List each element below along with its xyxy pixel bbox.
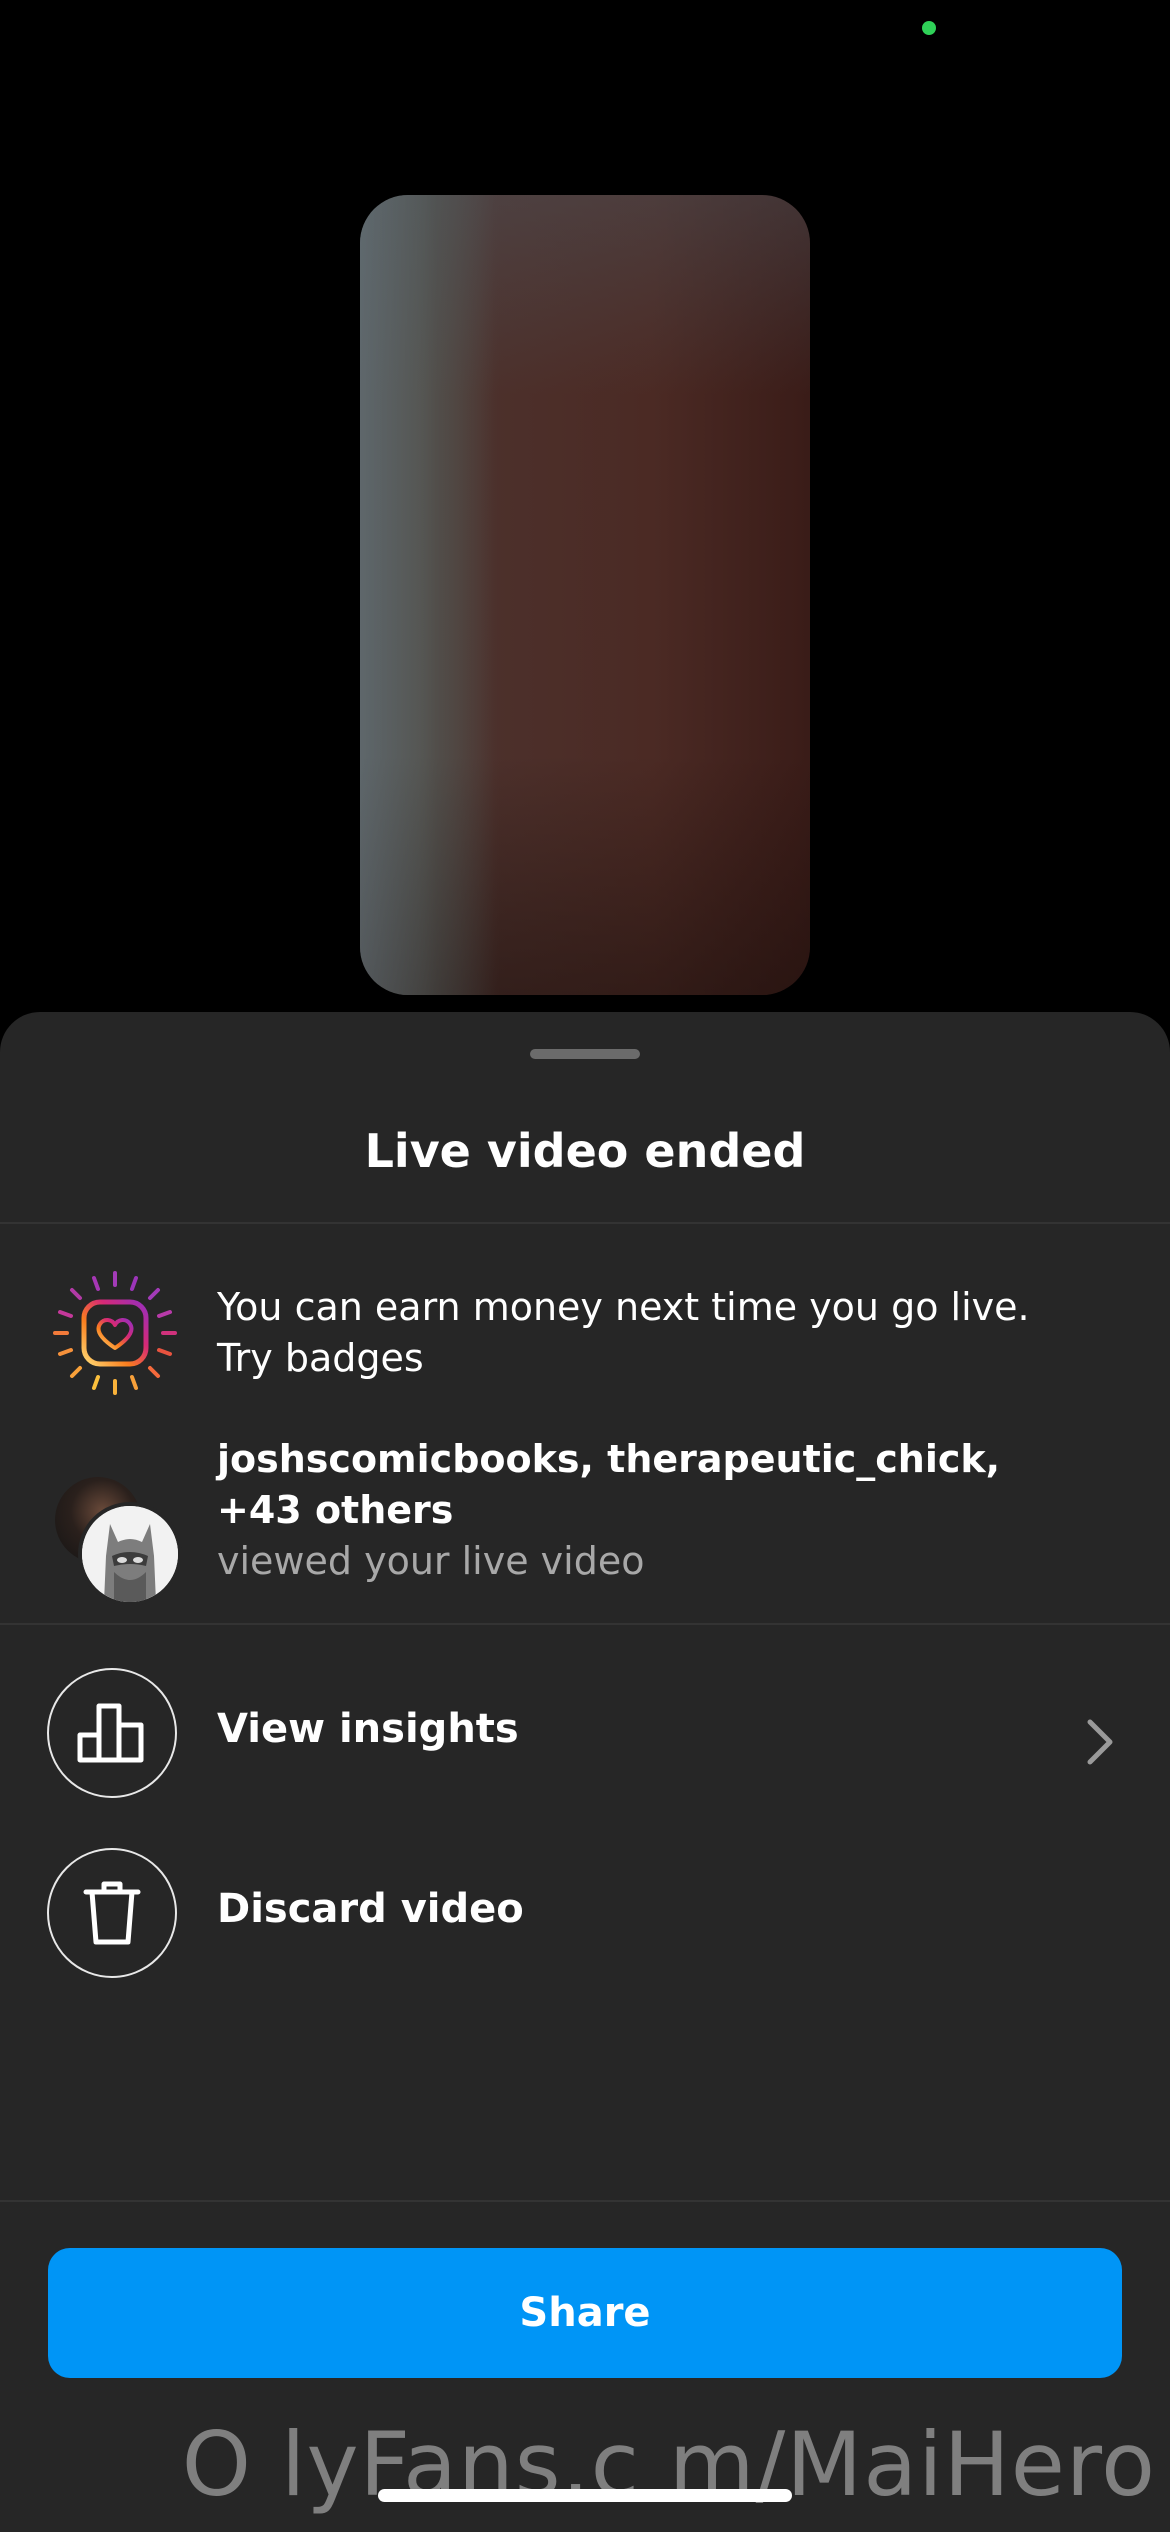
sheet-title: Live video ended <box>364 1124 806 1178</box>
viewers-subtitle: viewed your live video <box>217 1539 645 1583</box>
badges-promo-line1: You can earn money next time you go live… <box>217 1285 1030 1329</box>
view-insights-button[interactable]: View insights <box>217 1706 519 1752</box>
live-video-thumbnail[interactable] <box>360 195 810 995</box>
divider <box>0 1623 1170 1625</box>
viewer-names-line1: joshscomicbooks, therapeutic_chick, <box>217 1437 1001 1481</box>
viewer-avatar-batman <box>78 1502 182 1606</box>
home-indicator[interactable] <box>378 2489 792 2502</box>
batman-mask-icon <box>82 1506 178 1602</box>
chevron-right-icon[interactable] <box>1080 1712 1120 1772</box>
badges-promo[interactable]: You can earn money next time you go live… <box>217 1282 1030 1384</box>
viewer-names-line2: +43 others <box>217 1488 454 1532</box>
status-indicator-dot <box>922 21 936 35</box>
instagram-heart-badge-icon[interactable] <box>50 1268 180 1398</box>
view-insights-icon-button[interactable] <box>47 1668 177 1798</box>
live-ended-sheet: Live video ended You can earn money next… <box>0 1012 1170 2532</box>
viewers-summary[interactable]: joshscomicbooks, therapeutic_chick, +43 … <box>217 1434 1117 1587</box>
sheet-grabber[interactable] <box>530 1049 640 1059</box>
trash-icon <box>83 1881 141 1945</box>
bar-chart-icon <box>77 1703 144 1763</box>
divider <box>0 2200 1170 2202</box>
divider <box>0 1222 1170 1224</box>
discard-video-icon-button[interactable] <box>47 1848 177 1978</box>
share-button[interactable]: Share <box>48 2248 1122 2378</box>
discard-video-button[interactable]: Discard video <box>217 1886 524 1932</box>
try-badges-link[interactable]: Try badges <box>217 1333 1030 1384</box>
